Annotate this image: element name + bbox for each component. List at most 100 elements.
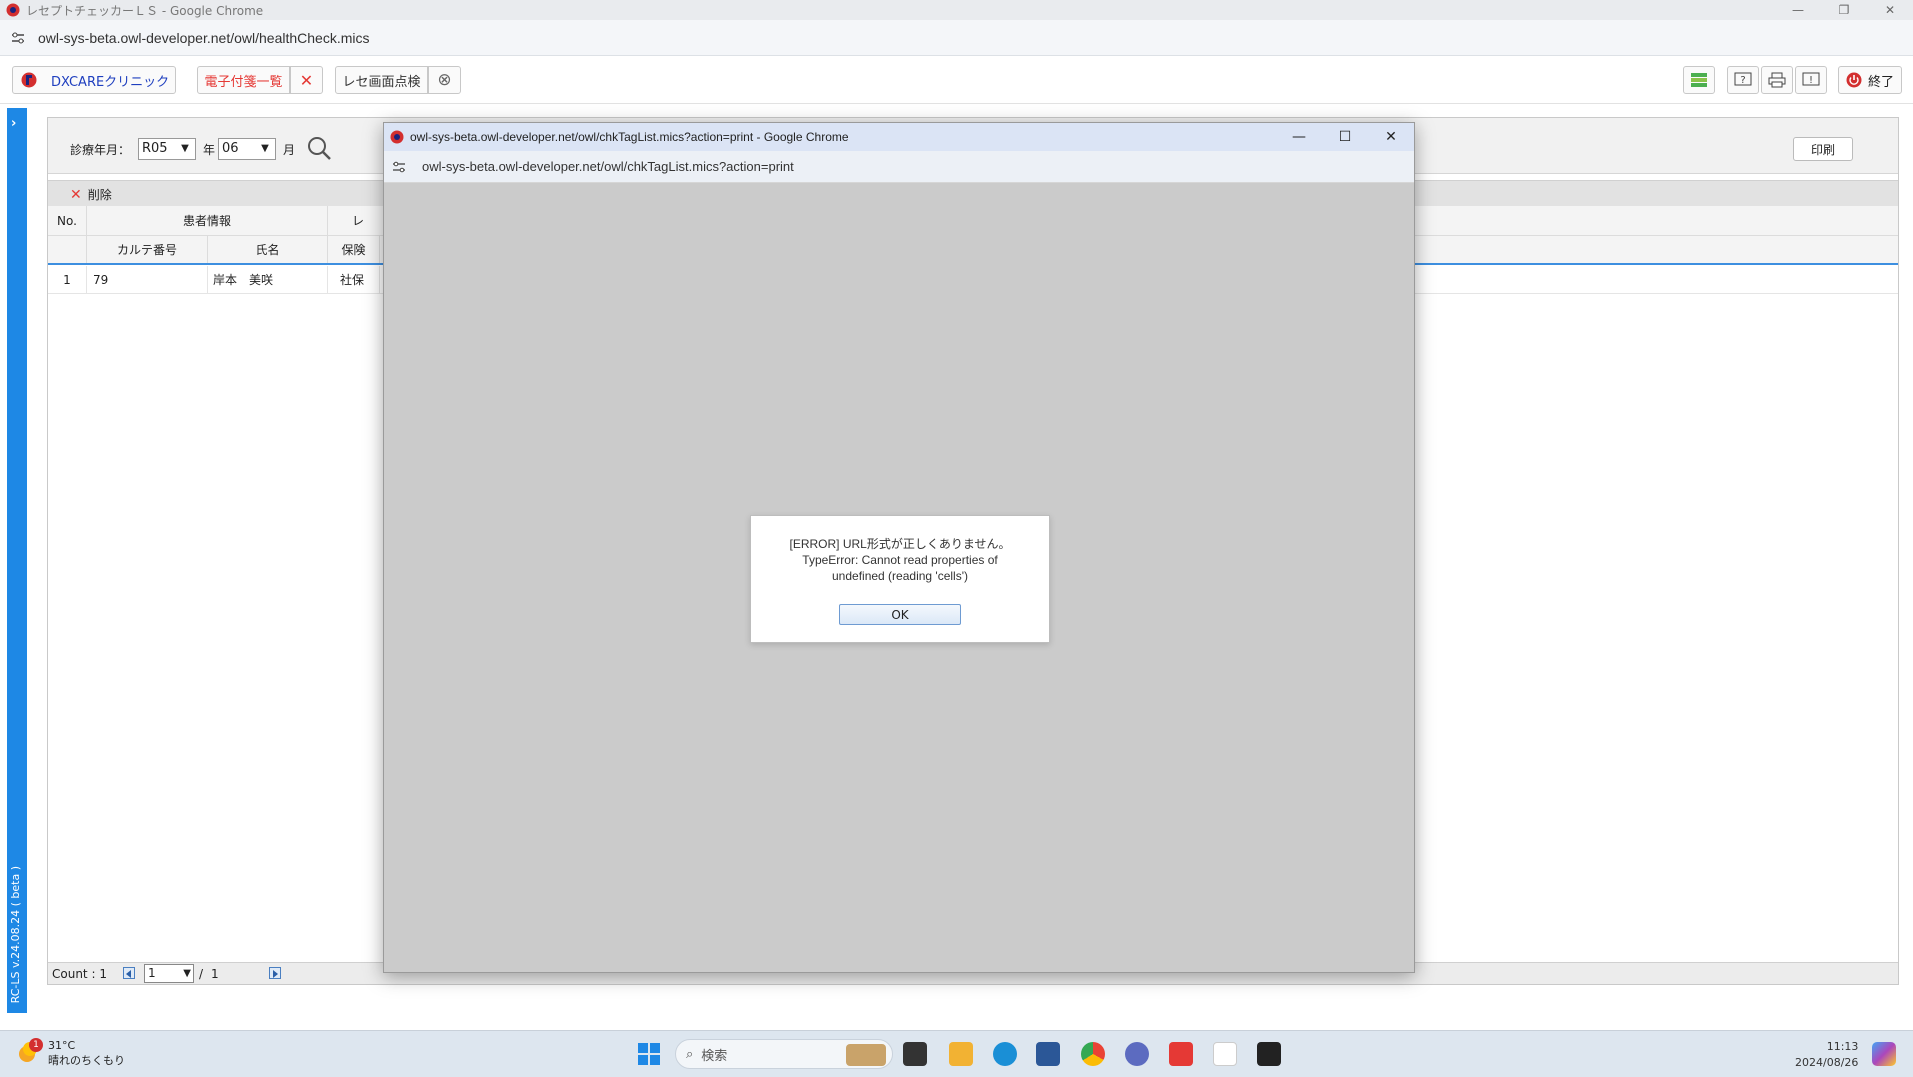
header-no: No. [48, 206, 87, 235]
popup-address-bar: owl-sys-beta.owl-developer.net/owl/chkTa… [384, 151, 1414, 183]
header-insurance[interactable]: 保険 [328, 236, 380, 263]
app-a-icon[interactable] [1125, 1042, 1149, 1066]
close-icon[interactable]: ✕ [1867, 0, 1913, 20]
ok-button[interactable]: OK [839, 604, 961, 625]
print-button[interactable]: 印刷 [1793, 137, 1853, 161]
list-view-button[interactable] [1683, 66, 1715, 94]
popup-url-text[interactable]: owl-sys-beta.owl-developer.net/owl/chkTa… [422, 159, 794, 174]
arrow-right-icon [273, 970, 278, 978]
page-total: 1 [211, 967, 219, 981]
exit-button[interactable]: 終了 [1838, 66, 1902, 94]
year-unit: 年 [203, 143, 216, 157]
url-text[interactable]: owl-sys-beta.owl-developer.net/owl/healt… [38, 30, 369, 46]
weather-condition: 晴れのちくもり [48, 1054, 125, 1067]
page-value: 1 [148, 966, 156, 980]
search-icon[interactable] [306, 135, 332, 161]
sidebar-toggle-strip[interactable]: › RC-LS v.24.08.24 ( beta ) [7, 108, 27, 1013]
search-highlight-icon [846, 1044, 886, 1066]
help-button[interactable]: ? [1727, 66, 1759, 94]
next-page-button[interactable] [269, 967, 281, 979]
cell-no: 1 [48, 266, 87, 293]
clinic-label: DXCAREクリニック [51, 74, 170, 90]
app-red-icon[interactable] [1169, 1042, 1193, 1066]
popup-window: owl-sys-beta.owl-developer.net/owl/chkTa… [383, 122, 1415, 973]
cell-name: 岸本 美咲 [208, 266, 328, 293]
prev-page-button[interactable] [123, 967, 135, 979]
era-value: R05 [142, 141, 168, 156]
error-line-1: [ERROR] URL形式が正しくありません。 [789, 537, 1011, 551]
month-select[interactable]: 06 ▼ [218, 138, 276, 160]
header-partial: レ [351, 214, 364, 228]
file-explorer-icon[interactable] [949, 1042, 973, 1066]
tab-sticky-note-list[interactable]: 電子付箋一覧 [197, 66, 290, 94]
taskbar-search[interactable]: ⌕ 検索 [675, 1039, 893, 1069]
header-spacer [48, 236, 87, 263]
site-settings-icon[interactable] [10, 30, 26, 46]
list-icon [1691, 73, 1707, 87]
popup-title-bar: owl-sys-beta.owl-developer.net/owl/chkTa… [384, 123, 1414, 151]
address-bar: owl-sys-beta.owl-developer.net/owl/healt… [0, 20, 1913, 56]
close-icon[interactable]: ✕ [1368, 123, 1414, 151]
tab-close-button[interactable]: ✕ [290, 66, 323, 94]
header-chart-no[interactable]: カルテ番号 [87, 236, 208, 263]
browser-title-bar: レセプトチェッカーＬＳ - Google Chrome — ❐ ✕ [0, 0, 1913, 20]
month-unit: 月 [283, 143, 296, 157]
page-select[interactable]: 1 ▼ [144, 964, 194, 983]
header-patient-info: 患者情報 [87, 206, 328, 235]
app-toolbar: DXCAREクリニック 電子付箋一覧 ✕ レセ画面点検 ⊗ ? ! 終了 [0, 56, 1913, 104]
system-clock[interactable]: 11:13 2024/08/26 [1795, 1039, 1858, 1071]
maximize-icon[interactable]: ☐ [1322, 123, 1368, 151]
weather-widget[interactable]: 1 31°C 晴れのちくもり [16, 1038, 125, 1068]
os-taskbar: 1 31°C 晴れのちくもり ⌕ 検索 11:13 2024/08/26 [0, 1030, 1913, 1077]
chrome-icon[interactable] [1081, 1042, 1105, 1066]
task-view-icon[interactable] [903, 1042, 927, 1066]
taskbar-search-placeholder: 検索 [701, 1048, 728, 1064]
cell-chart-no: 79 [87, 266, 208, 293]
tab-label: 電子付箋一覧 [204, 74, 283, 90]
tab-label: レセ画面点検 [342, 74, 421, 90]
era-select[interactable]: R05 ▼ [138, 138, 196, 160]
minimize-icon[interactable]: — [1276, 123, 1322, 151]
search-icon: ⌕ [686, 1046, 694, 1062]
cell-insurance: 社保 [328, 266, 380, 293]
copilot-icon[interactable] [1872, 1042, 1896, 1066]
delete-button[interactable]: ✕ 削除 [70, 186, 112, 203]
svg-text:!: ! [1809, 75, 1813, 86]
chevron-down-icon: ▼ [183, 968, 191, 979]
weather-text: 31°C 晴れのちくもり [48, 1038, 125, 1068]
minimize-icon[interactable]: — [1775, 0, 1821, 20]
restore-icon[interactable]: ❐ [1821, 0, 1867, 20]
app-logo-icon [21, 72, 37, 88]
month-value: 06 [222, 141, 239, 156]
notice-icon: ! [1802, 72, 1820, 86]
delete-label: 削除 [87, 188, 112, 202]
edge-browser-icon[interactable] [993, 1042, 1017, 1066]
site-settings-icon[interactable] [392, 160, 406, 174]
popup-title: owl-sys-beta.owl-developer.net/owl/chkTa… [410, 130, 849, 144]
error-line-3: undefined (reading 'cells') [832, 569, 968, 583]
count-value: 1 [99, 967, 107, 981]
page-separator: / [199, 967, 204, 981]
tab-close-button[interactable]: ⊗ [428, 66, 461, 94]
chevron-right-icon[interactable]: › [11, 116, 16, 131]
tab-receipt-check[interactable]: レセ画面点検 [335, 66, 428, 94]
app-logo-taskbar-icon[interactable] [1213, 1042, 1237, 1066]
power-icon [1846, 72, 1862, 88]
store-icon[interactable] [1036, 1042, 1060, 1066]
window-title: レセプトチェッカーＬＳ - Google Chrome [26, 3, 264, 18]
temperature: 31°C [48, 1039, 76, 1052]
sticky-notes-icon[interactable] [1257, 1042, 1281, 1066]
app-logo-icon [6, 3, 20, 17]
period-label: 診療年月： [70, 143, 131, 157]
header-name[interactable]: 氏名 [208, 236, 328, 263]
windows-start-icon[interactable] [638, 1043, 660, 1065]
weather-icon: 1 [16, 1038, 43, 1065]
chevron-down-icon: ▼ [261, 143, 269, 154]
clinic-button[interactable]: DXCAREクリニック [12, 66, 176, 94]
notice-button[interactable]: ! [1795, 66, 1827, 94]
error-dialog: [ERROR] URL形式が正しくありません。 TypeError: Canno… [750, 515, 1050, 643]
print-label: 印刷 [1810, 142, 1835, 157]
window-controls: — ❐ ✕ [1775, 0, 1913, 20]
clock-time: 11:13 [1826, 1040, 1859, 1053]
print-toolbar-button[interactable] [1761, 66, 1793, 94]
